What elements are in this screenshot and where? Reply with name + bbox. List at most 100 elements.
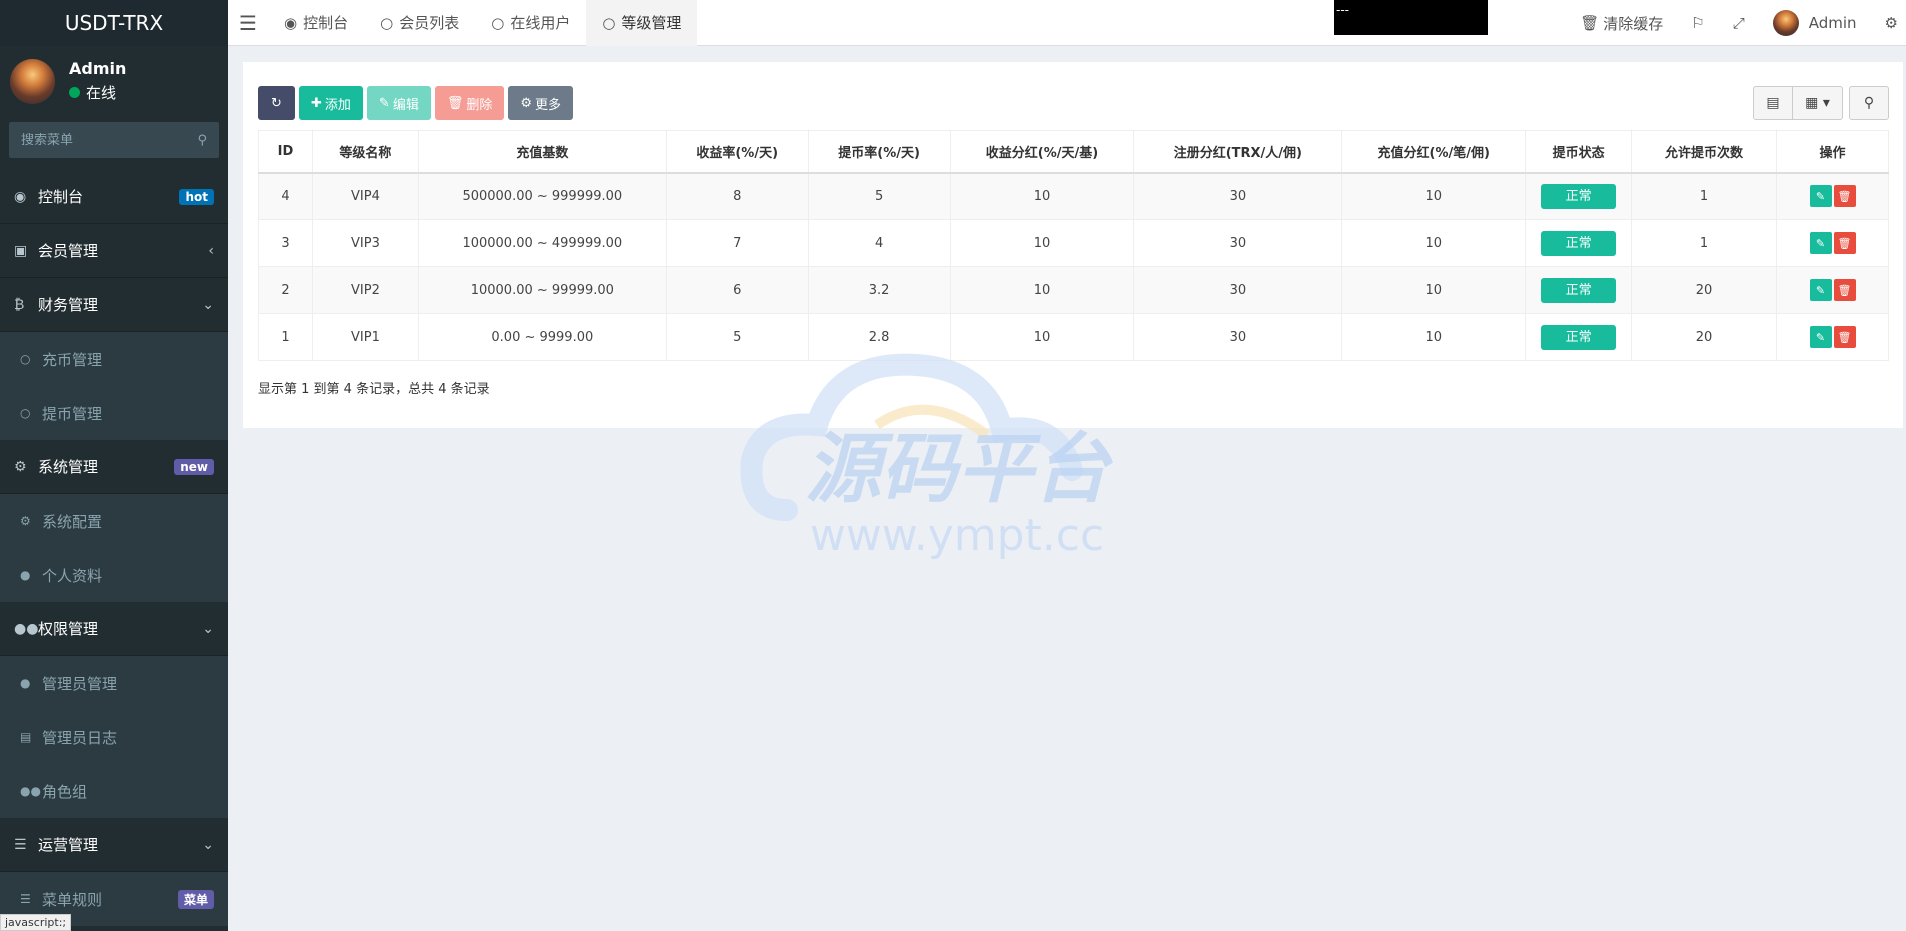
circle-icon: ○	[20, 406, 31, 420]
cell-recharge-base: 100000.00 ~ 499999.00	[417, 219, 667, 267]
sidebar-item-label: 管理员管理	[42, 674, 118, 693]
cell-yield-bonus: 10	[949, 266, 1135, 314]
col-header[interactable]: 提币状态	[1525, 130, 1633, 174]
admin-name: Admin	[1808, 14, 1857, 32]
delete-label: 删除	[466, 97, 493, 113]
fullscreen-icon[interactable]: ⤢	[1719, 14, 1759, 32]
tab-label: 控制台	[303, 14, 349, 32]
sidebar-item-deposit[interactable]: ○ 充币管理	[0, 332, 228, 386]
row-edit-button[interactable]: ✎	[1809, 185, 1832, 208]
row-delete-button[interactable]: 🗑	[1833, 279, 1856, 301]
status-badge[interactable]: 正常	[1541, 183, 1617, 209]
sidebar-item-label: 控制台	[38, 188, 84, 206]
col-header[interactable]: 操作	[1776, 130, 1889, 174]
plus-icon: ✚	[311, 95, 322, 111]
refresh-button[interactable]: ↻	[258, 86, 295, 120]
online-dot-icon	[69, 87, 80, 98]
sidebar-item-system[interactable]: ⚙ 系统管理 new	[0, 440, 228, 494]
status-badge[interactable]: 正常	[1541, 324, 1617, 350]
search-button[interactable]: ⚲	[1849, 86, 1889, 120]
row-delete-button[interactable]: 🗑	[1833, 185, 1856, 208]
delete-button[interactable]: 🗑 删除	[434, 86, 505, 120]
sidebar-item-withdraw[interactable]: ○ 提币管理	[0, 386, 228, 440]
toolbar-right: ▤ ▦ ▾ ⚲	[1753, 86, 1889, 120]
cell-level-name: VIP1	[311, 313, 419, 361]
hot-badge: hot	[179, 188, 214, 205]
sidebar-item-system-config[interactable]: ⚙ 系统配置	[0, 494, 228, 548]
cell-id: 3	[258, 219, 313, 267]
sidebar-item-dashboard[interactable]: ◉ 控制台 hot	[0, 170, 228, 224]
clear-cache-button[interactable]: 🗑 清除缓存	[1566, 13, 1677, 34]
col-header[interactable]: 充值基数	[417, 130, 667, 174]
col-header[interactable]: 充值分红(%/笔/佣)	[1341, 130, 1527, 174]
sidebar-item-admin-log[interactable]: ▤ 管理员日志	[0, 710, 228, 764]
search-icon[interactable]: ⚲	[197, 133, 207, 148]
table-row[interactable]: 1 VIP1 0.00 ~ 9999.00 5 2.8 10 30 10 正常 …	[258, 313, 1889, 361]
avatar	[1772, 10, 1799, 36]
col-header[interactable]: 收益率(%/天)	[665, 130, 809, 174]
user-menu[interactable]: Admin	[1759, 10, 1871, 36]
finance-submenu: ○ 充币管理 ○ 提币管理	[0, 332, 228, 440]
columns-button[interactable]: ▦ ▾	[1793, 86, 1843, 120]
col-header[interactable]: 注册分红(TRX/人/佣)	[1133, 130, 1343, 174]
status-badge[interactable]: 正常	[1541, 230, 1617, 256]
edit-label: 编辑	[392, 97, 419, 113]
cell-level-name: VIP4	[311, 172, 419, 220]
sidebar-item-members[interactable]: ▣ 会员管理 ‹	[0, 224, 228, 278]
sidebar-item-finance[interactable]: ₿ 财务管理 ⌄	[0, 278, 228, 332]
add-button[interactable]: ✚ 添加	[299, 86, 363, 120]
hamburger-menu-icon[interactable]: ☰	[228, 11, 268, 35]
row-edit-button[interactable]: ✎	[1809, 326, 1832, 348]
sidebar-item-admin-manage[interactable]: ● 管理员管理	[0, 656, 228, 710]
sidebar-item-operations[interactable]: ☰ 运营管理 ⌄	[0, 818, 228, 872]
watermark-cn-text: 源码平台	[805, 424, 1113, 513]
sidebar-item-label: 角色组	[42, 782, 88, 801]
cell-recharge-bonus: 10	[1341, 172, 1527, 220]
sidebar-item-label: 权限管理	[38, 620, 99, 638]
row-delete-button[interactable]: 🗑	[1833, 326, 1856, 348]
more-button[interactable]: ⚙ 更多	[508, 86, 574, 120]
row-delete-button[interactable]: 🗑	[1833, 232, 1856, 254]
cell-actions: ✎ 🗑	[1776, 219, 1889, 267]
user-panel: Admin 在线	[0, 46, 228, 116]
cell-withdraw-status: 正常	[1525, 313, 1633, 361]
dashboard-icon: ◉	[14, 188, 27, 205]
user-icon: ●	[20, 676, 31, 690]
row-edit-button[interactable]: ✎	[1809, 232, 1832, 254]
table-row[interactable]: 3 VIP3 100000.00 ~ 499999.00 7 4 10 30 1…	[258, 219, 1889, 267]
language-icon[interactable]: ⚐	[1677, 14, 1718, 32]
user-name: Admin	[69, 59, 127, 78]
search-input[interactable]	[21, 132, 198, 148]
sidebar-item-role-group[interactable]: ●● 角色组	[0, 764, 228, 818]
tab-member-list[interactable]: ○ 会员列表	[364, 0, 475, 46]
table-row[interactable]: 2 VIP2 10000.00 ~ 99999.00 6 3.2 10 30 1…	[258, 266, 1889, 314]
status-badge[interactable]: 正常	[1541, 277, 1617, 303]
cell-withdraw-count: 20	[1631, 313, 1777, 361]
sidebar-item-label: 运营管理	[38, 836, 99, 854]
col-header[interactable]: 提币率(%/天)	[807, 130, 951, 174]
cell-yield-bonus: 10	[949, 313, 1135, 361]
tab-level-manage[interactable]: ○ 等级管理	[586, 0, 698, 46]
settings-cogs-icon[interactable]: ⚙	[1871, 14, 1906, 32]
tab-online-users[interactable]: ○ 在线用户	[475, 0, 586, 46]
table-row[interactable]: 4 VIP4 500000.00 ~ 999999.00 8 5 10 30 1…	[258, 172, 1889, 220]
cell-register-bonus: 30	[1133, 266, 1343, 314]
sidebar-search: ⚲	[9, 122, 219, 158]
cell-withdraw-status: 正常	[1525, 266, 1633, 314]
redacted-box: ---	[1334, 0, 1488, 35]
tab-dashboard[interactable]: ◉ 控制台	[268, 0, 364, 46]
header-right: 🗑 清除缓存 ⚐ ⤢ Admin ⚙	[1566, 0, 1906, 46]
edit-button[interactable]: ✎ 编辑	[366, 86, 431, 120]
sidebar-item-profile[interactable]: ● 个人资料	[0, 548, 228, 602]
col-header[interactable]: ID	[258, 130, 313, 174]
app-logo[interactable]: USDT-TRX	[0, 0, 228, 46]
toggle-view-button[interactable]: ▤	[1753, 86, 1793, 120]
cell-withdraw-status: 正常	[1525, 219, 1633, 267]
circle-icon: ○	[20, 352, 31, 366]
col-header[interactable]: 收益分红(%/天/基)	[949, 130, 1135, 174]
row-edit-button[interactable]: ✎	[1809, 279, 1832, 301]
col-header[interactable]: 等级名称	[311, 130, 419, 174]
sidebar-item-auth[interactable]: ●● 权限管理 ⌄	[0, 602, 228, 656]
system-submenu: ⚙ 系统配置 ● 个人资料	[0, 494, 228, 602]
col-header[interactable]: 允许提币次数	[1631, 130, 1777, 174]
